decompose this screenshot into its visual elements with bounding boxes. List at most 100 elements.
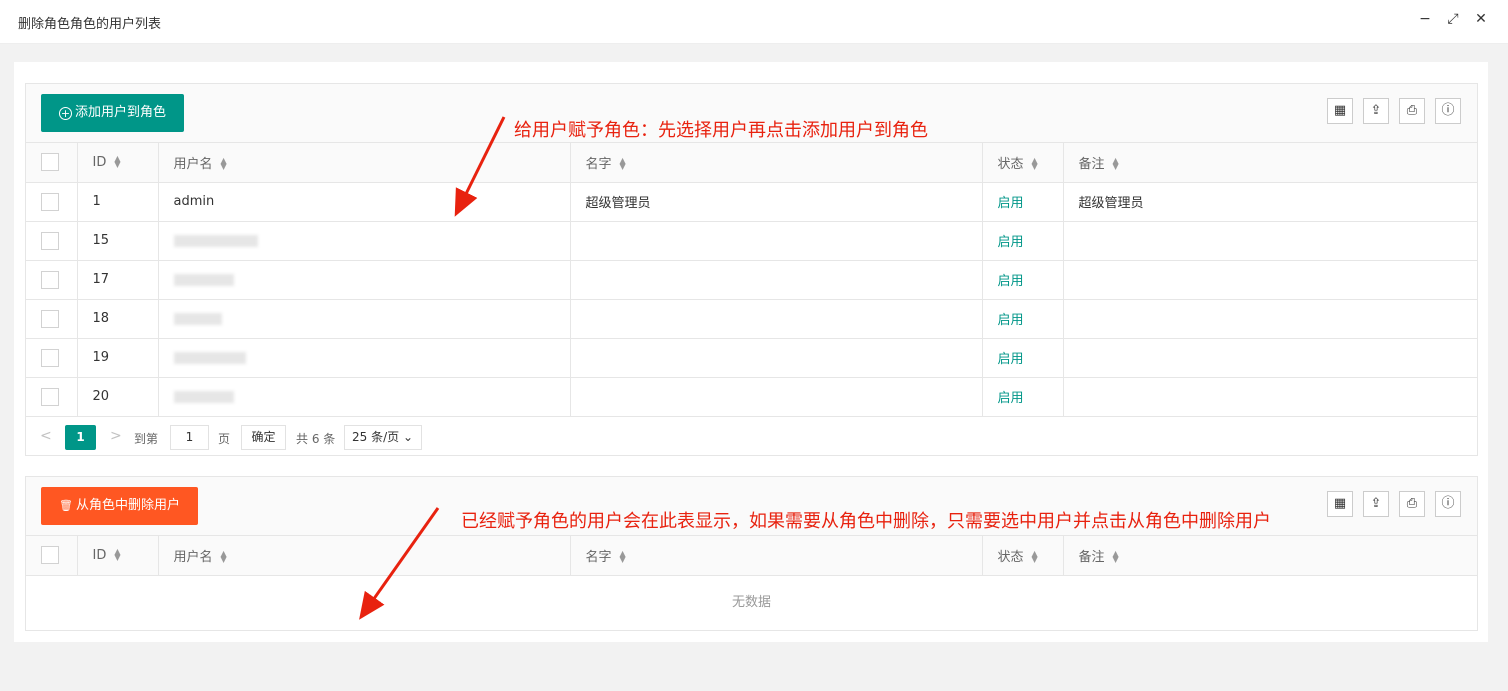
- sort-icon[interactable]: ▲ ▼: [221, 156, 227, 170]
- cell-username: [158, 338, 571, 378]
- cell-id: 17: [77, 260, 159, 300]
- table-header-row: ID ▲ ▼ 用户名 ▲ ▼ 名字 ▲ ▼ 状态 ▲ ▼ 备注 ▲ ▼: [26, 143, 1477, 183]
- sort-icon[interactable]: ▲ ▼: [620, 549, 626, 563]
- row-checkbox[interactable]: [41, 348, 59, 367]
- table-row[interactable]: 19 启用: [26, 338, 1477, 378]
- sort-icon[interactable]: ▲ ▼: [620, 156, 626, 170]
- top-table-grid: ID ▲ ▼ 用户名 ▲ ▼ 名字 ▲ ▼ 状态 ▲ ▼ 备注 ▲ ▼ 1 admin 超级管理员 …: [26, 143, 1477, 417]
- sort-icon[interactable]: ▲ ▼: [1032, 156, 1038, 170]
- annotation-add-user: 给用户赋予角色：先选择用户再点击添加用户到角色: [514, 120, 928, 141]
- remove-user-from-role-button[interactable]: 🗑 从角色中删除用户: [41, 487, 198, 525]
- columns-icon[interactable]: ▦: [1327, 491, 1353, 517]
- select-all-cell: [26, 143, 78, 183]
- cell-id: 19: [77, 338, 159, 378]
- next-page-icon[interactable]: >: [110, 428, 122, 444]
- column-header-status[interactable]: 状态 ▲ ▼: [982, 536, 1064, 576]
- table-row[interactable]: 15 启用: [26, 221, 1477, 261]
- maximize-icon[interactable]: ⤢: [1446, 11, 1460, 27]
- chevron-down-icon: ⌄: [402, 429, 414, 444]
- cell-remark: 超级管理员: [1063, 182, 1477, 222]
- cell-status: 启用: [982, 260, 1064, 300]
- table-row[interactable]: 18 启用: [26, 299, 1477, 339]
- table-row[interactable]: 1 admin 超级管理员 启用 超级管理员: [26, 182, 1477, 222]
- info-icon[interactable]: ⓘ: [1435, 98, 1461, 124]
- column-header-status[interactable]: 状态 ▲ ▼: [982, 143, 1064, 183]
- cell-id: 20: [77, 377, 159, 417]
- column-header-username[interactable]: 用户名 ▲ ▼: [158, 536, 571, 576]
- cell-name: [570, 221, 983, 261]
- bottom-table-grid: ID ▲ ▼ 用户名 ▲ ▼ 名字 ▲ ▼ 状态 ▲ ▼ 备注 ▲ ▼: [26, 536, 1477, 576]
- export-icon[interactable]: ⇪: [1363, 98, 1389, 124]
- pagination: < 1 > 到第 1 页 确定 共 6 条 25 条/页 ⌄: [26, 417, 1477, 456]
- table-tools: ▦ ⇪ ⎙ ⓘ: [1327, 491, 1461, 517]
- window-titlebar: 删除角色角色的用户列表 − ⤢ ✕: [0, 0, 1508, 44]
- cell-status: 启用: [982, 377, 1064, 417]
- column-header-name[interactable]: 名字 ▲ ▼: [570, 536, 983, 576]
- cell-status: 启用: [982, 299, 1064, 339]
- select-all-checkbox[interactable]: [41, 153, 59, 172]
- sort-icon[interactable]: ▲ ▼: [1113, 156, 1119, 170]
- cell-username: [158, 260, 571, 300]
- column-header-remark[interactable]: 备注 ▲ ▼: [1063, 536, 1477, 576]
- close-icon[interactable]: ✕: [1474, 11, 1488, 27]
- cell-remark: [1063, 338, 1477, 378]
- empty-state: 无数据: [731, 594, 771, 610]
- annotation-remove-user: 已经赋予角色的用户会在此表显示，如果需要从角色中删除，只需要选中用户并点击从角色…: [461, 511, 1271, 532]
- select-all-cell: [26, 536, 78, 576]
- export-icon[interactable]: ⇪: [1363, 491, 1389, 517]
- page-current[interactable]: 1: [65, 424, 96, 450]
- cell-remark: [1063, 299, 1477, 339]
- column-header-username[interactable]: 用户名 ▲ ▼: [158, 143, 571, 183]
- total-count: 共 6 条: [296, 431, 336, 446]
- print-icon[interactable]: ⎙: [1399, 491, 1425, 517]
- cell-remark: [1063, 377, 1477, 417]
- cell-remark: [1063, 260, 1477, 300]
- cell-name: [570, 260, 983, 300]
- select-all-checkbox[interactable]: [41, 546, 59, 565]
- prev-page-icon[interactable]: <: [40, 428, 52, 444]
- sort-icon[interactable]: ▲ ▼: [114, 154, 120, 168]
- content-panel: + 添加用户到角色 ▦ ⇪ ⎙ ⓘ ID ▲ ▼ 用户名 ▲ ▼ 名字 ▲ ▼ 状态 ▲ ▼ 备注…: [14, 62, 1488, 642]
- table-header-row: ID ▲ ▼ 用户名 ▲ ▼ 名字 ▲ ▼ 状态 ▲ ▼ 备注 ▲ ▼: [26, 536, 1477, 576]
- goto-page-input[interactable]: 1: [170, 424, 209, 450]
- cell-remark: [1063, 221, 1477, 261]
- cell-status: 启用: [982, 221, 1064, 261]
- cell-name: [570, 377, 983, 417]
- page-unit-label: 页: [218, 431, 231, 446]
- columns-icon[interactable]: ▦: [1327, 98, 1353, 124]
- row-checkbox[interactable]: [41, 387, 59, 406]
- cell-username: [158, 221, 571, 261]
- cell-username: admin: [158, 182, 571, 222]
- sort-icon[interactable]: ▲ ▼: [114, 547, 120, 561]
- sort-icon[interactable]: ▲ ▼: [1113, 549, 1119, 563]
- table-tools: ▦ ⇪ ⎙ ⓘ: [1327, 98, 1461, 124]
- cell-username: [158, 377, 571, 417]
- row-checkbox[interactable]: [41, 309, 59, 328]
- sort-icon[interactable]: ▲ ▼: [221, 549, 227, 563]
- row-checkbox[interactable]: [41, 270, 59, 289]
- minimize-icon[interactable]: −: [1418, 11, 1432, 27]
- blurred-username: [173, 312, 222, 325]
- add-user-to-role-button[interactable]: + 添加用户到角色: [41, 94, 185, 132]
- window-title: 删除角色角色的用户列表: [18, 17, 162, 32]
- column-header-id[interactable]: ID ▲ ▼: [77, 536, 159, 576]
- window-controls: − ⤢ ✕: [1418, 11, 1488, 27]
- cell-name: [570, 299, 983, 339]
- cell-id: 15: [77, 221, 159, 261]
- column-header-remark[interactable]: 备注 ▲ ▼: [1063, 143, 1477, 183]
- table-row[interactable]: 20 启用: [26, 377, 1477, 417]
- blurred-username: [173, 351, 246, 364]
- page-size-select[interactable]: 25 条/页 ⌄: [344, 424, 422, 450]
- goto-confirm-button[interactable]: 确定: [241, 424, 286, 450]
- row-checkbox[interactable]: [41, 231, 59, 250]
- goto-label: 到第: [134, 431, 159, 446]
- role-users-table: 🗑 从角色中删除用户 ▦ ⇪ ⎙ ⓘ ID ▲ ▼ 用户名 ▲ ▼ 名字 ▲ ▼ 状态 ▲ ▼ 备…: [25, 476, 1478, 631]
- column-header-name[interactable]: 名字 ▲ ▼: [570, 143, 983, 183]
- print-icon[interactable]: ⎙: [1399, 98, 1425, 124]
- sort-icon[interactable]: ▲ ▼: [1032, 549, 1038, 563]
- cell-id: 18: [77, 299, 159, 339]
- table-row[interactable]: 17 启用: [26, 260, 1477, 300]
- info-icon[interactable]: ⓘ: [1435, 491, 1461, 517]
- column-header-id[interactable]: ID ▲ ▼: [77, 143, 159, 183]
- row-checkbox[interactable]: [41, 192, 59, 211]
